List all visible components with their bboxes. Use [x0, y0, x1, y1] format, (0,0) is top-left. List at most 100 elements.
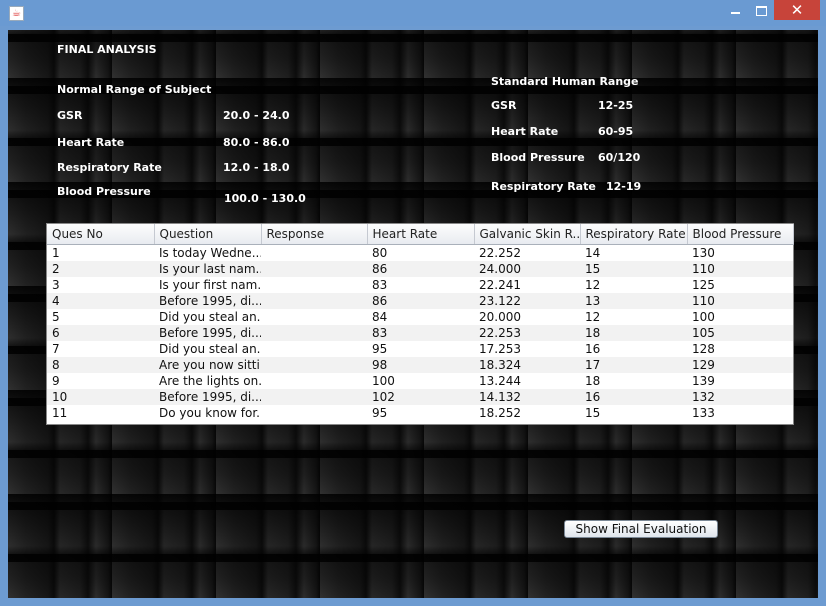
cell-question[interactable]: Are the lights on...	[154, 373, 261, 389]
cell-blood-pressure[interactable]: 110	[687, 293, 793, 309]
cell-gsr[interactable]: 17.253	[474, 341, 580, 357]
cell-response[interactable]	[261, 357, 367, 373]
title-bar[interactable]: ☕ ✕	[0, 0, 826, 26]
cell-heart-rate[interactable]: 100	[367, 373, 474, 389]
cell-ques-no[interactable]: 7	[47, 341, 154, 357]
cell-respiratory-rate[interactable]: 18	[580, 373, 687, 389]
cell-ques-no[interactable]: 10	[47, 389, 154, 405]
cell-gsr[interactable]: 20.000	[474, 309, 580, 325]
cell-response[interactable]	[261, 389, 367, 405]
cell-gsr[interactable]: 23.122	[474, 293, 580, 309]
cell-respiratory-rate[interactable]: 12	[580, 277, 687, 293]
cell-blood-pressure[interactable]: 105	[687, 325, 793, 341]
analysis-table[interactable]: Ques No Question Response Heart Rate Gal…	[46, 223, 794, 425]
cell-blood-pressure[interactable]: 110	[687, 261, 793, 277]
minimize-button[interactable]	[722, 0, 748, 20]
cell-respiratory-rate[interactable]: 17	[580, 357, 687, 373]
cell-question[interactable]: Do you know for...	[154, 405, 261, 421]
table-row[interactable]: 9 Are the lights on... 100 13.244 18 139	[47, 373, 793, 389]
cell-question[interactable]: Did you steal an...	[154, 341, 261, 357]
cell-gsr[interactable]: 22.252	[474, 245, 580, 262]
cell-respiratory-rate[interactable]: 12	[580, 309, 687, 325]
cell-gsr[interactable]: 13.244	[474, 373, 580, 389]
cell-response[interactable]	[261, 405, 367, 421]
cell-blood-pressure[interactable]: 125	[687, 277, 793, 293]
cell-respiratory-rate[interactable]: 13	[580, 293, 687, 309]
column-header-respiratory-rate[interactable]: Respiratory Rate	[580, 224, 688, 245]
cell-blood-pressure[interactable]: 130	[687, 245, 793, 262]
cell-respiratory-rate[interactable]: 15	[580, 261, 687, 277]
cell-ques-no[interactable]: 4	[47, 293, 154, 309]
close-button[interactable]: ✕	[774, 0, 820, 20]
cell-gsr[interactable]: 14.132	[474, 389, 580, 405]
column-header-question[interactable]: Question	[154, 224, 262, 245]
cell-response[interactable]	[261, 325, 367, 341]
cell-ques-no[interactable]: 3	[47, 277, 154, 293]
cell-blood-pressure[interactable]: 128	[687, 341, 793, 357]
cell-response[interactable]	[261, 341, 367, 357]
cell-respiratory-rate[interactable]: 14	[580, 245, 687, 262]
column-header-galvanic-skin-response[interactable]: Galvanic Skin R...	[474, 224, 581, 245]
cell-gsr[interactable]: 24.000	[474, 261, 580, 277]
cell-response[interactable]	[261, 245, 367, 262]
column-header-response[interactable]: Response	[261, 224, 368, 245]
cell-question[interactable]: Did you steal an...	[154, 309, 261, 325]
table-row[interactable]: 10 Before 1995, di... 102 14.132 16 132	[47, 389, 793, 405]
cell-question[interactable]: Is your last nam...	[154, 261, 261, 277]
cell-ques-no[interactable]: 6	[47, 325, 154, 341]
cell-blood-pressure[interactable]: 129	[687, 357, 793, 373]
cell-response[interactable]	[261, 373, 367, 389]
cell-blood-pressure[interactable]: 100	[687, 309, 793, 325]
column-header-ques-no[interactable]: Ques No	[47, 224, 155, 245]
cell-respiratory-rate[interactable]: 15	[580, 405, 687, 421]
cell-heart-rate[interactable]: 95	[367, 341, 474, 357]
cell-question[interactable]: Is today Wedne...	[154, 245, 261, 262]
cell-ques-no[interactable]: 11	[47, 405, 154, 421]
cell-heart-rate[interactable]: 83	[367, 325, 474, 341]
cell-heart-rate[interactable]: 86	[367, 261, 474, 277]
table-row[interactable]: 1 Is today Wedne... 80 22.252 14 130	[47, 245, 793, 262]
cell-heart-rate[interactable]: 86	[367, 293, 474, 309]
table-row[interactable]: 6 Before 1995, di... 83 22.253 18 105	[47, 325, 793, 341]
cell-ques-no[interactable]: 5	[47, 309, 154, 325]
cell-blood-pressure[interactable]: 139	[687, 373, 793, 389]
cell-response[interactable]	[261, 277, 367, 293]
table-row[interactable]: 2 Is your last nam... 86 24.000 15 110	[47, 261, 793, 277]
cell-ques-no[interactable]: 2	[47, 261, 154, 277]
cell-question[interactable]: Before 1995, di...	[154, 389, 261, 405]
table-row[interactable]: 4 Before 1995, di... 86 23.122 13 110	[47, 293, 793, 309]
cell-heart-rate[interactable]: 102	[367, 389, 474, 405]
column-header-heart-rate[interactable]: Heart Rate	[367, 224, 475, 245]
table-row[interactable]: 3 Is your first nam... 83 22.241 12 125	[47, 277, 793, 293]
cell-response[interactable]	[261, 293, 367, 309]
maximize-button[interactable]	[748, 0, 774, 20]
cell-question[interactable]: Before 1995, di...	[154, 325, 261, 341]
show-final-evaluation-button[interactable]: Show Final Evaluation	[564, 520, 718, 538]
cell-response[interactable]	[261, 261, 367, 277]
cell-heart-rate[interactable]: 80	[367, 245, 474, 262]
cell-heart-rate[interactable]: 95	[367, 405, 474, 421]
cell-gsr[interactable]: 18.252	[474, 405, 580, 421]
cell-ques-no[interactable]: 1	[47, 245, 154, 262]
table-row[interactable]: 11 Do you know for... 95 18.252 15 133	[47, 405, 793, 421]
cell-gsr[interactable]: 18.324	[474, 357, 580, 373]
cell-response[interactable]	[261, 309, 367, 325]
table-row[interactable]: 8 Are you now sitti... 98 18.324 17 129	[47, 357, 793, 373]
column-header-blood-pressure[interactable]: Blood Pressure	[687, 224, 794, 245]
cell-blood-pressure[interactable]: 133	[687, 405, 793, 421]
cell-gsr[interactable]: 22.241	[474, 277, 580, 293]
cell-blood-pressure[interactable]: 132	[687, 389, 793, 405]
table-row[interactable]: 5 Did you steal an... 84 20.000 12 100	[47, 309, 793, 325]
cell-question[interactable]: Are you now sitti...	[154, 357, 261, 373]
cell-gsr[interactable]: 22.253	[474, 325, 580, 341]
cell-ques-no[interactable]: 8	[47, 357, 154, 373]
cell-respiratory-rate[interactable]: 18	[580, 325, 687, 341]
cell-question[interactable]: Is your first nam...	[154, 277, 261, 293]
table-row[interactable]: 7 Did you steal an... 95 17.253 16 128	[47, 341, 793, 357]
cell-heart-rate[interactable]: 84	[367, 309, 474, 325]
cell-question[interactable]: Before 1995, di...	[154, 293, 261, 309]
cell-respiratory-rate[interactable]: 16	[580, 341, 687, 357]
cell-heart-rate[interactable]: 83	[367, 277, 474, 293]
cell-heart-rate[interactable]: 98	[367, 357, 474, 373]
cell-respiratory-rate[interactable]: 16	[580, 389, 687, 405]
